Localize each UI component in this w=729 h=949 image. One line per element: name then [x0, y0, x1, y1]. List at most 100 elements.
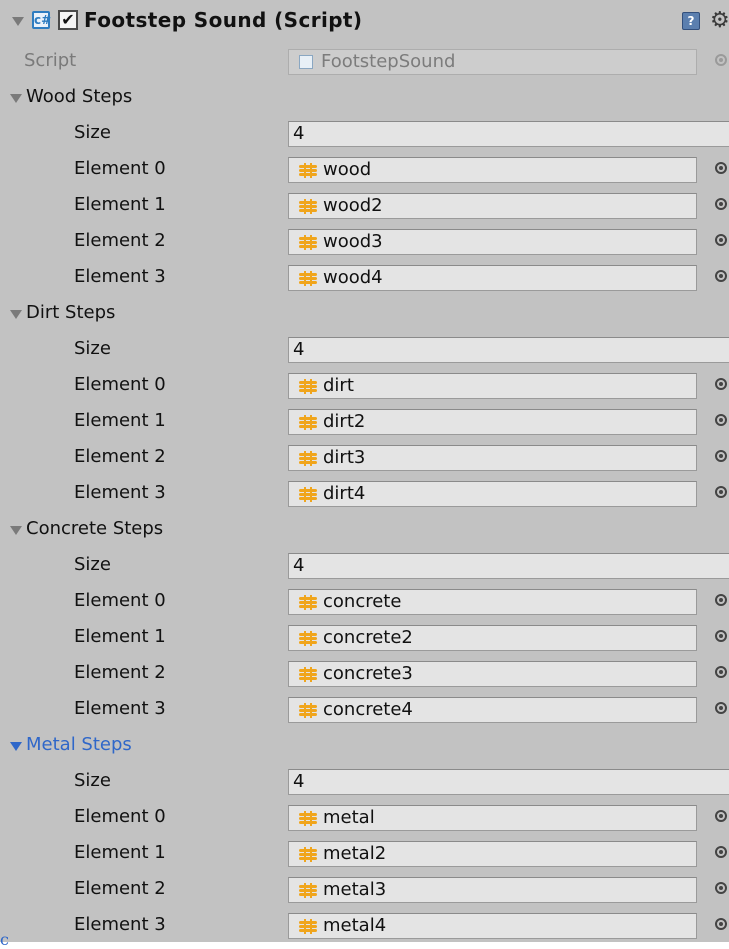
audio-clip-icon — [297, 451, 319, 466]
audio-clip-field[interactable]: wood — [288, 157, 697, 183]
object-picker-icon[interactable] — [715, 594, 727, 606]
element-row: Element 1 dirt2 — [0, 404, 729, 440]
audio-clip-field[interactable]: wood2 — [288, 193, 697, 219]
element-label: Element 1 — [74, 194, 166, 215]
audio-clip-icon — [297, 199, 319, 214]
audio-clip-field[interactable]: dirt — [288, 373, 697, 399]
foldout-arrow-icon[interactable] — [10, 742, 22, 751]
object-picker-icon[interactable] — [715, 882, 727, 894]
audio-clip-field[interactable]: dirt2 — [288, 409, 697, 435]
object-picker-icon[interactable] — [715, 630, 727, 642]
audio-clip-icon — [297, 271, 319, 286]
object-picker-icon[interactable] — [715, 666, 727, 678]
size-input[interactable]: 4 — [288, 337, 729, 363]
object-picker-icon[interactable] — [715, 378, 727, 390]
audio-clip-field[interactable]: concrete3 — [288, 661, 697, 687]
audio-clip-field[interactable]: metal2 — [288, 841, 697, 867]
audio-clip-icon — [297, 487, 319, 502]
element-row: Element 2 wood3 — [0, 224, 729, 260]
object-picker-icon[interactable] — [715, 810, 727, 822]
object-picker-icon[interactable] — [715, 414, 727, 426]
audio-clip-icon — [297, 667, 319, 682]
audio-clip-icon — [297, 811, 319, 826]
element-label: Element 3 — [74, 482, 166, 503]
element-label: Element 0 — [74, 374, 166, 395]
element-label: Element 3 — [74, 698, 166, 719]
audio-clip-icon — [297, 631, 319, 646]
element-row: Element 2 metal3 — [0, 872, 729, 908]
audio-clip-field[interactable]: concrete2 — [288, 625, 697, 651]
help-icon[interactable]: ? — [682, 12, 700, 30]
audio-clip-icon — [297, 847, 319, 862]
size-input[interactable]: 4 — [288, 553, 729, 579]
audio-clip-field[interactable]: dirt3 — [288, 445, 697, 471]
script-value: FootstepSound — [321, 51, 456, 72]
audio-clip-icon — [297, 163, 319, 178]
audio-clip-name: wood3 — [323, 231, 383, 252]
object-picker-icon[interactable] — [715, 198, 727, 210]
component-header[interactable]: c# ✔ Footstep Sound (Script) ? ⚙ — [0, 0, 729, 44]
foldout-arrow-icon[interactable] — [10, 526, 22, 535]
audio-clip-name: wood2 — [323, 195, 383, 216]
element-label: Element 0 — [74, 158, 166, 179]
audio-clip-icon — [297, 415, 319, 430]
foldout-arrow-icon[interactable] — [12, 17, 24, 26]
object-picker-icon[interactable] — [715, 270, 727, 282]
script-row: Script FootstepSound — [0, 44, 729, 80]
audio-clip-name: dirt3 — [323, 447, 366, 468]
element-row: Element 0 metal — [0, 800, 729, 836]
script-file-icon — [299, 55, 313, 69]
object-picker-icon[interactable] — [715, 918, 727, 930]
audio-clip-name: metal — [323, 807, 375, 828]
size-input[interactable]: 4 — [288, 769, 729, 795]
object-picker-icon[interactable] — [715, 702, 727, 714]
audio-clip-field[interactable]: metal — [288, 805, 697, 831]
section-foldout[interactable]: Dirt Steps — [0, 296, 729, 332]
size-row: Size 4 — [0, 764, 729, 800]
foldout-arrow-icon[interactable] — [10, 310, 22, 319]
audio-clip-icon — [297, 235, 319, 250]
object-picker-icon[interactable] — [715, 450, 727, 462]
audio-clip-field[interactable]: wood4 — [288, 265, 697, 291]
audio-clip-field[interactable]: metal4 — [288, 913, 697, 939]
audio-clip-field[interactable]: concrete4 — [288, 697, 697, 723]
element-row: Element 0 wood — [0, 152, 729, 188]
element-row: Element 3 concrete4 — [0, 692, 729, 728]
element-row: Element 1 metal2 — [0, 836, 729, 872]
audio-clip-name: dirt4 — [323, 483, 366, 504]
audio-clip-name: metal3 — [323, 879, 387, 900]
audio-clip-field[interactable]: wood3 — [288, 229, 697, 255]
object-picker-icon[interactable] — [715, 846, 727, 858]
object-picker-icon[interactable] — [715, 486, 727, 498]
size-input[interactable]: 4 — [288, 121, 729, 147]
object-picker-icon[interactable] — [715, 162, 727, 174]
audio-clip-field[interactable]: dirt4 — [288, 481, 697, 507]
size-label: Size — [74, 338, 111, 359]
object-picker-icon[interactable] — [715, 234, 727, 246]
audio-clip-icon — [297, 595, 319, 610]
size-label: Size — [74, 554, 111, 575]
audio-clip-icon — [297, 883, 319, 898]
section-foldout[interactable]: Wood Steps — [0, 80, 729, 116]
component-enabled-checkbox[interactable]: ✔ — [58, 10, 78, 30]
size-value: 4 — [293, 555, 305, 576]
script-field: FootstepSound — [288, 49, 697, 75]
gear-icon[interactable]: ⚙ — [710, 8, 729, 33]
element-row: Element 3 wood4 — [0, 260, 729, 296]
foldout-arrow-icon[interactable] — [10, 94, 22, 103]
audio-clip-name: concrete4 — [323, 699, 413, 720]
csharp-script-icon: c# — [32, 11, 52, 29]
audio-clip-field[interactable]: concrete — [288, 589, 697, 615]
element-row: Element 1 concrete2 — [0, 620, 729, 656]
section-foldout[interactable]: Metal Steps — [0, 728, 729, 764]
element-label: Element 0 — [74, 806, 166, 827]
audio-clip-name: concrete — [323, 591, 402, 612]
element-row: Element 3 dirt4 — [0, 476, 729, 512]
audio-clip-icon — [297, 379, 319, 394]
element-label: Element 3 — [74, 266, 166, 287]
section-foldout[interactable]: Concrete Steps — [0, 512, 729, 548]
audio-clip-icon — [297, 919, 319, 934]
section-label: Wood Steps — [26, 86, 133, 107]
object-picker-icon — [715, 54, 727, 66]
audio-clip-field[interactable]: metal3 — [288, 877, 697, 903]
